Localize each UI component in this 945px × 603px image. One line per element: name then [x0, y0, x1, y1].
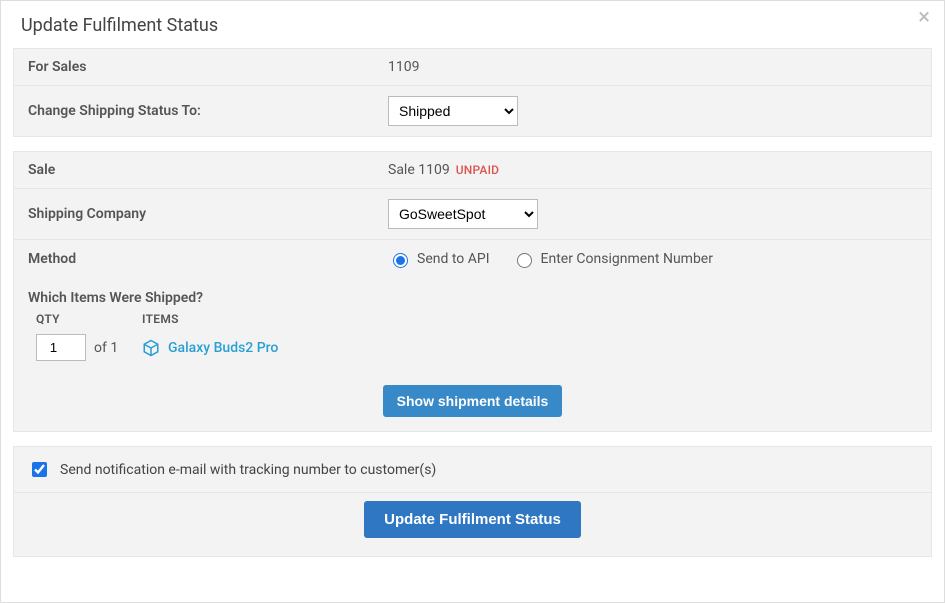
row-shipping-company: Shipping Company GoSweetSpot [14, 188, 931, 239]
modal-title: Update Fulfilment Status [21, 15, 924, 36]
row-for-sales: For Sales 1109 [14, 49, 931, 85]
close-icon[interactable]: × [918, 7, 930, 29]
row-change-status: Change Shipping Status To: Shipped [14, 85, 931, 136]
item-link[interactable]: Galaxy Buds2 Pro [168, 340, 278, 356]
row-method: Method Send to API Enter Consignment Num… [14, 239, 931, 278]
method-radio-api-label: Send to API [417, 251, 490, 267]
notify-label: Send notification e-mail with tracking n… [60, 462, 436, 478]
unpaid-badge: UNPAID [456, 163, 500, 177]
items-shipped-title: Which Items Were Shipped? [14, 278, 931, 312]
for-sales-label: For Sales [28, 59, 388, 75]
notify-checkbox[interactable] [32, 462, 47, 477]
method-radio-manual-wrap[interactable]: Enter Consignment Number [512, 250, 713, 268]
modal-body: For Sales 1109 Change Shipping Status To… [1, 48, 944, 569]
package-icon [142, 339, 160, 357]
method-radio-api[interactable] [393, 253, 408, 268]
shipping-company-label: Shipping Company [28, 206, 388, 222]
notify-row[interactable]: Send notification e-mail with tracking n… [14, 447, 931, 492]
change-status-label: Change Shipping Status To: [28, 103, 388, 119]
update-fulfilment-modal: × Update Fulfilment Status For Sales 110… [0, 0, 945, 603]
method-radio-manual-label: Enter Consignment Number [541, 251, 713, 267]
submit-row: Update Fulfilment Status [14, 492, 931, 556]
col-qty: QTY [36, 312, 124, 326]
shipping-company-select[interactable]: GoSweetSpot [388, 199, 538, 229]
qty-of-text: of 1 [94, 340, 118, 356]
show-shipment-details-button[interactable]: Show shipment details [383, 385, 563, 417]
qty-input[interactable] [36, 334, 86, 361]
method-radio-manual[interactable] [517, 253, 532, 268]
panel-basic: For Sales 1109 Change Shipping Status To… [13, 48, 932, 137]
shipping-status-select[interactable]: Shipped [388, 96, 518, 126]
sale-label: Sale [28, 162, 388, 178]
row-sale: Sale Sale 1109 UNPAID [14, 152, 931, 188]
sale-value: Sale 1109 [388, 162, 450, 178]
update-fulfilment-status-button[interactable]: Update Fulfilment Status [364, 501, 581, 538]
show-details-row: Show shipment details [14, 375, 931, 431]
method-radio-api-wrap[interactable]: Send to API [388, 250, 490, 268]
panel-shipment: Sale Sale 1109 UNPAID Shipping Company G… [13, 151, 932, 432]
modal-header: Update Fulfilment Status [1, 1, 944, 48]
method-label: Method [28, 251, 388, 267]
panel-footer: Send notification e-mail with tracking n… [13, 446, 932, 557]
for-sales-value: 1109 [388, 59, 917, 75]
item-row: of 1 Galaxy Buds2 Pro [14, 332, 931, 375]
col-items: ITEMS [142, 312, 179, 326]
items-header-row: QTY ITEMS [14, 312, 931, 332]
